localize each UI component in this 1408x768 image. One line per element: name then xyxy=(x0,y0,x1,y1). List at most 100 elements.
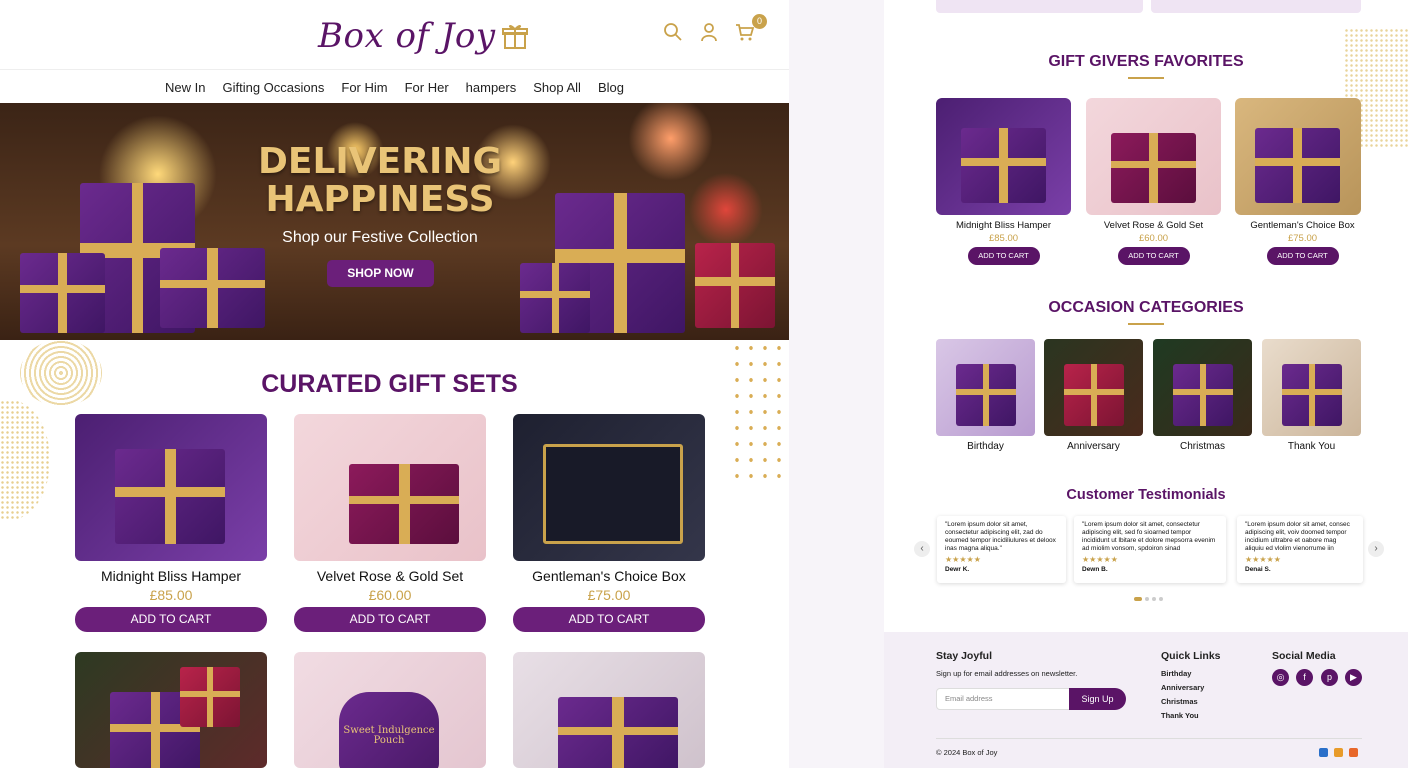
nav-hampers[interactable]: hampers xyxy=(466,80,517,95)
nav-shop-all[interactable]: Shop All xyxy=(533,80,581,95)
footer-link-birthday[interactable]: Birthday xyxy=(1161,669,1191,678)
nav-for-her[interactable]: For Her xyxy=(405,80,449,95)
occasion-name: Anniversary xyxy=(1067,441,1120,452)
chevron-left-icon[interactable]: ‹ xyxy=(914,541,930,557)
rating-stars: ★★★★★ xyxy=(1082,555,1118,564)
add-to-cart-button[interactable]: ADD TO CART xyxy=(294,607,486,632)
title-underline xyxy=(1128,323,1164,325)
add-to-cart-button[interactable]: ADD TO CART xyxy=(75,607,267,632)
hero-banner: DELIVERING HAPPINESS Shop our Festive Co… xyxy=(0,103,789,340)
nav-for-him[interactable]: For Him xyxy=(341,80,387,95)
occasion-image xyxy=(1044,339,1143,436)
testimonial-text: "Lorem ipsum dolor sit amet, consec adip… xyxy=(1245,521,1350,552)
footer-link-thank-you[interactable]: Thank You xyxy=(1161,711,1199,720)
carousel-dot-active[interactable] xyxy=(1134,597,1142,601)
product-image[interactable] xyxy=(294,414,486,561)
carousel-dot[interactable] xyxy=(1159,597,1163,601)
hero-title-line2: HAPPINESS xyxy=(265,179,495,220)
payment-icon xyxy=(1349,748,1358,757)
footer-divider xyxy=(936,738,1362,739)
quick-links-title: Quick Links xyxy=(1161,650,1221,662)
rating-stars: ★★★★★ xyxy=(1245,555,1281,564)
secondary-page: GIFT GIVERS FAVORITES Midnight Bliss Ham… xyxy=(884,0,1408,768)
nav-blog[interactable]: Blog xyxy=(598,80,624,95)
footer-link-christmas[interactable]: Christmas xyxy=(1161,697,1198,706)
product-image[interactable] xyxy=(513,414,705,561)
add-to-cart-button[interactable]: ADD TO CART xyxy=(1117,247,1190,265)
testimonial-author: Denai S. xyxy=(1245,566,1271,573)
carousel-dot[interactable] xyxy=(1145,597,1149,601)
product-price: £60.00 xyxy=(368,587,412,603)
email-input[interactable]: Email address xyxy=(936,688,1070,710)
add-to-cart-button[interactable]: ADD TO CART xyxy=(1266,247,1339,265)
add-to-cart-button[interactable]: ADD TO CART xyxy=(967,247,1040,265)
product-name[interactable]: Gentleman's Choice Box xyxy=(513,568,705,584)
site-header: Box of Joy 0 xyxy=(0,0,789,70)
product-name[interactable]: Velvet Rose & Gold Set xyxy=(1086,220,1221,231)
pinterest-icon[interactable]: p xyxy=(1321,669,1338,686)
testimonial-author: Dewr K. xyxy=(945,566,970,573)
product-name[interactable]: Midnight Bliss Hamper xyxy=(75,568,267,584)
gift-box-image xyxy=(543,444,683,544)
product-name[interactable]: Midnight Bliss Hamper xyxy=(936,220,1071,231)
product-image[interactable] xyxy=(75,652,267,768)
occasions-title: OCCASION CATEGORIES xyxy=(1048,299,1244,316)
nav-gifting-occasions[interactable]: Gifting Occasions xyxy=(223,80,325,95)
gift-box-image xyxy=(956,364,1016,426)
search-icon[interactable] xyxy=(663,22,685,44)
add-to-cart-button[interactable]: ADD TO CART xyxy=(513,607,705,632)
main-nav: New In Gifting Occasions For Him For Her… xyxy=(0,71,789,103)
favorites-title: GIFT GIVERS FAVORITES xyxy=(1048,53,1244,70)
occasion-card[interactable]: Thank You xyxy=(1262,339,1361,452)
product-image[interactable] xyxy=(75,414,267,561)
nav-new-in[interactable]: New In xyxy=(165,80,205,95)
product-image[interactable] xyxy=(936,98,1071,215)
product-image[interactable] xyxy=(513,652,705,768)
sign-up-button[interactable]: Sign Up xyxy=(1069,688,1126,710)
carousel-dots xyxy=(1134,597,1163,601)
site-footer: Stay Joyful Sign up for email addresses … xyxy=(884,632,1408,768)
hero-title: DELIVERING HAPPINESS xyxy=(240,143,520,219)
hero-gift-image xyxy=(520,263,590,333)
occasion-image xyxy=(1153,339,1252,436)
chevron-right-icon[interactable]: › xyxy=(1368,541,1384,557)
payment-icon xyxy=(1334,748,1343,757)
payment-icon xyxy=(1319,748,1328,757)
occasion-card[interactable]: Anniversary xyxy=(1044,339,1143,452)
facebook-icon[interactable]: f xyxy=(1296,669,1313,686)
page-gutter xyxy=(789,0,884,768)
product-image[interactable]: Sweet Indulgence Pouch xyxy=(294,652,486,768)
carousel-dot[interactable] xyxy=(1152,597,1156,601)
favorite-card: Gentleman's Choice Box £75.00 ADD TO CAR… xyxy=(1235,98,1370,265)
user-icon[interactable] xyxy=(699,22,721,44)
product-price: £85.00 xyxy=(988,233,1019,244)
shop-now-button[interactable]: SHOP NOW xyxy=(327,260,434,287)
logo[interactable]: Box of Joy xyxy=(318,12,530,60)
favorite-card: Midnight Bliss Hamper £85.00 ADD TO CART xyxy=(936,98,1071,265)
product-name[interactable]: Velvet Rose & Gold Set xyxy=(294,568,486,584)
occasion-card[interactable]: Christmas xyxy=(1153,339,1252,452)
pouch-label: Sweet Indulgence Pouch xyxy=(343,725,435,746)
hero-gift-image xyxy=(695,243,775,328)
main-page: Box of Joy 0 New In Gifting Occasions Fo… xyxy=(0,0,789,768)
top-strip xyxy=(1151,0,1361,13)
product-card: Gentleman's Choice Box £75.00 ADD TO CAR… xyxy=(513,414,705,632)
instagram-icon[interactable]: ◎ xyxy=(1272,669,1289,686)
youtube-icon[interactable]: ▶ xyxy=(1345,669,1362,686)
cart-icon[interactable]: 0 xyxy=(735,14,767,44)
product-image[interactable] xyxy=(1235,98,1361,215)
occasion-name: Birthday xyxy=(967,441,1004,452)
header-icons: 0 xyxy=(663,14,767,44)
logo-text: Box of Joy xyxy=(318,16,496,56)
product-image[interactable] xyxy=(1086,98,1221,215)
hero-title-line1: DELIVERING xyxy=(257,141,503,182)
occasion-name: Christmas xyxy=(1179,441,1225,452)
title-underline xyxy=(1128,77,1164,79)
pouch-image: Sweet Indulgence Pouch xyxy=(339,692,439,768)
product-name[interactable]: Gentleman's Choice Box xyxy=(1235,220,1370,231)
gift-box-image xyxy=(1255,128,1340,203)
footer-link-anniversary[interactable]: Anniversary xyxy=(1161,683,1204,692)
rating-stars: ★★★★★ xyxy=(945,555,981,564)
testimonial-card: "Lorem ipsum dolor sit amet, consectetur… xyxy=(1074,516,1226,583)
occasion-card[interactable]: Birthday xyxy=(936,339,1035,452)
